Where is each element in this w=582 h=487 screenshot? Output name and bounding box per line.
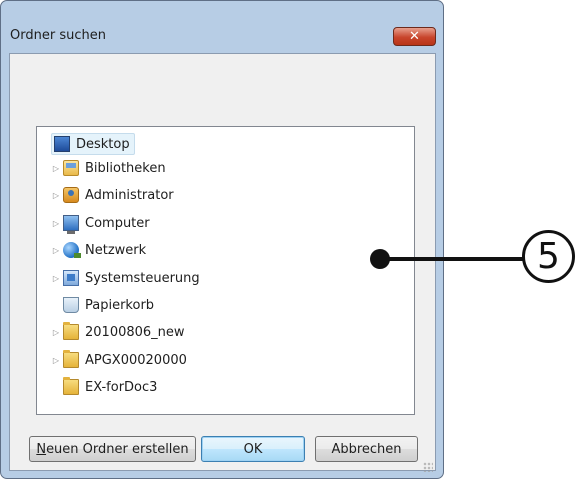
tree-item-label: Computer (85, 215, 150, 231)
callout-number-badge: 5 (522, 230, 575, 283)
tree-item-label: Netzwerk (85, 242, 147, 258)
expand-arrow-icon[interactable]: ▷ (51, 219, 61, 228)
dialog-title: Ordner suchen (10, 28, 106, 43)
tree-item-label: Bibliotheken (85, 160, 166, 176)
folder-icon (63, 377, 79, 395)
close-button[interactable]: ✕ (393, 27, 436, 46)
expand-arrow-icon[interactable]: ▷ (51, 191, 61, 200)
folder-icon (63, 322, 79, 340)
tree-item-systemsteuerung[interactable]: ▷ Systemsteuerung (51, 267, 200, 289)
tree-item-label: Papierkorb (85, 297, 155, 313)
callout-leader-line (380, 257, 523, 261)
tree-item-computer[interactable]: ▷ Computer (51, 212, 150, 234)
user-folder-icon (63, 187, 79, 203)
new-folder-mnemonic: N (36, 441, 47, 457)
tree-item-papierkorb[interactable]: Papierkorb (63, 294, 154, 316)
folder-tree[interactable]: Desktop ▷ Bibliotheken ▷ Administrator ▷… (36, 126, 415, 415)
resize-grip-icon[interactable] (423, 462, 433, 472)
libraries-icon (63, 160, 79, 176)
tree-item-label: Administrator (85, 187, 174, 203)
tree-item-label: APGX00020000 (85, 352, 187, 368)
callout-dot (370, 249, 390, 269)
recycle-bin-icon (63, 297, 79, 313)
desktop-icon (54, 136, 70, 152)
computer-icon (63, 215, 79, 234)
expand-arrow-icon[interactable]: ▷ (51, 164, 61, 173)
tree-item-bibliotheken[interactable]: ▷ Bibliotheken (51, 157, 166, 179)
tree-item-apgx00020000[interactable]: ▷ APGX00020000 (51, 349, 187, 371)
expand-arrow-icon[interactable]: ▷ (51, 356, 61, 365)
tree-item-20100806-new[interactable]: ▷ 20100806_new (51, 321, 185, 343)
new-folder-button[interactable]: Neuen Ordner erstellen (29, 436, 196, 462)
tree-item-desktop[interactable]: Desktop (51, 133, 135, 155)
expand-arrow-icon[interactable]: ▷ (51, 328, 61, 337)
tree-item-ex-fordoc3[interactable]: EX-forDoc3 (63, 376, 157, 398)
close-icon: ✕ (409, 29, 420, 44)
expand-arrow-icon[interactable]: ▷ (51, 274, 61, 283)
folder-icon (63, 350, 79, 368)
cancel-button[interactable]: Abbrechen (315, 436, 418, 462)
tree-item-label: Desktop (76, 136, 130, 152)
new-folder-label: euen Ordner erstellen (46, 441, 189, 457)
tree-item-label: EX-forDoc3 (85, 379, 158, 395)
network-icon (63, 242, 81, 258)
tree-item-label: 20100806_new (85, 324, 185, 340)
tree-item-label: Systemsteuerung (85, 270, 200, 286)
expand-arrow-icon[interactable]: ▷ (51, 246, 61, 255)
tree-item-administrator[interactable]: ▷ Administrator (51, 184, 174, 206)
tree-item-netzwerk[interactable]: ▷ Netzwerk (51, 239, 146, 261)
control-panel-icon (63, 270, 79, 286)
ok-button[interactable]: OK (201, 436, 305, 462)
